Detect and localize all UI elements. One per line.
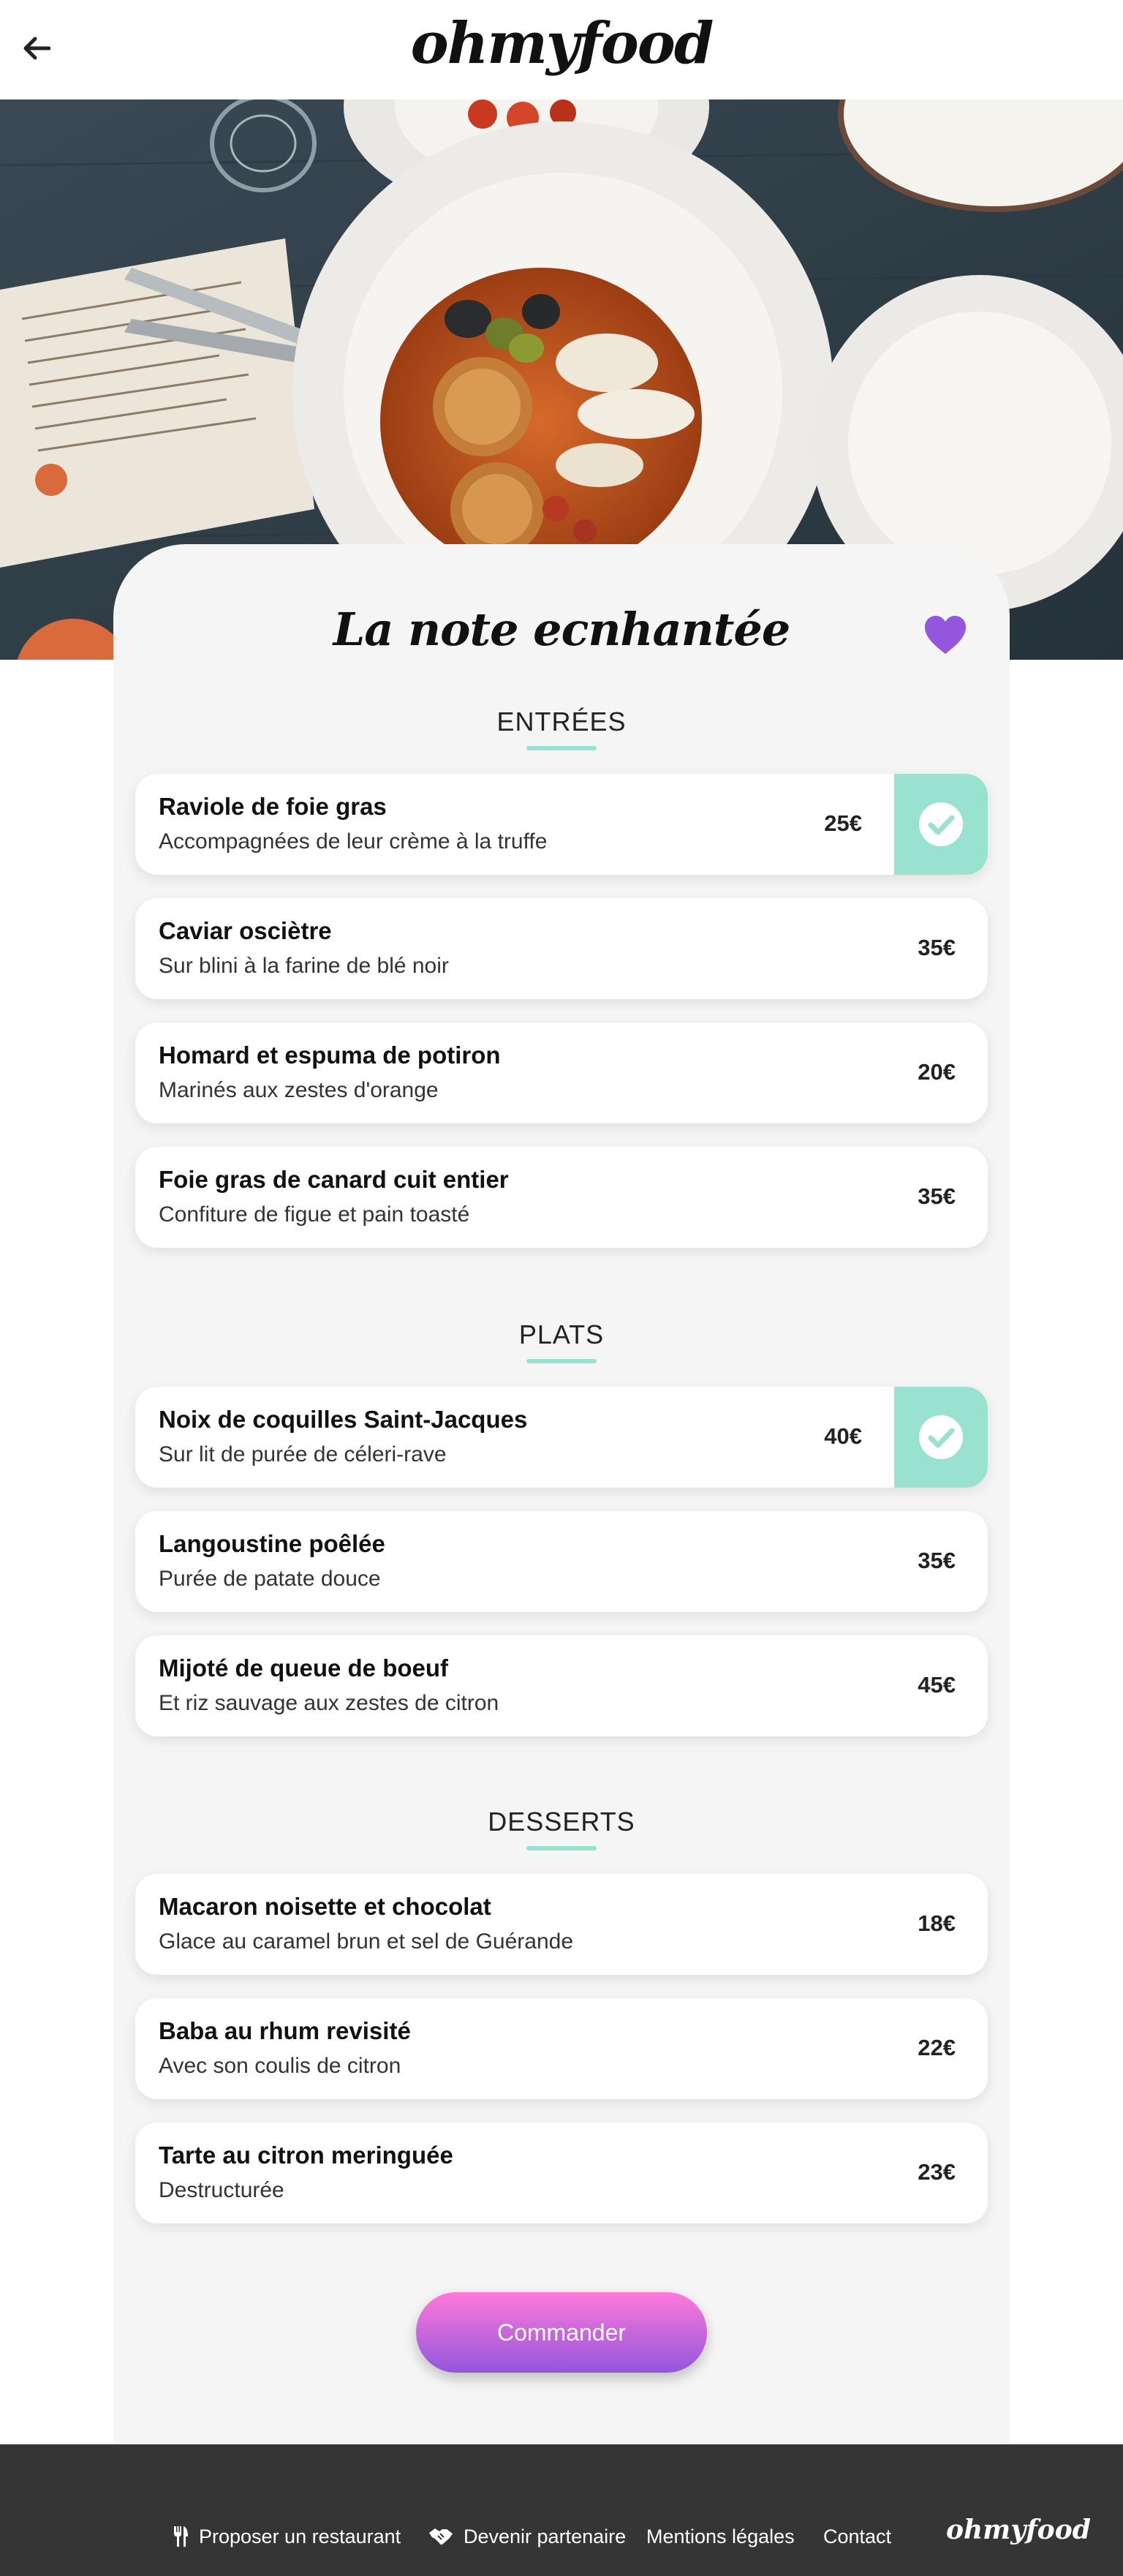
dish-description: Confiture de figue et pain toasté <box>159 1202 470 1227</box>
dish-description: Accompagnées de leur crème à la truffe <box>159 829 548 854</box>
check-circle-icon <box>919 1415 963 1459</box>
dish-description: Avec son coulis de citron <box>159 2054 401 2078</box>
dish-card[interactable]: Homard et espuma de potiron Marinés aux … <box>135 1023 988 1123</box>
check-circle-icon <box>919 802 963 846</box>
dish-card[interactable]: Raviole de foie gras Accompagnées de leu… <box>135 774 988 875</box>
order-button[interactable]: Commander <box>416 2292 707 2373</box>
footer-link-legal-notice[interactable]: Mentions légales <box>646 2522 795 2551</box>
dish-card[interactable]: Macaron noisette et chocolat Glace au ca… <box>135 1874 988 1975</box>
dish-description: Destructurée <box>159 2178 284 2202</box>
footer-link-label: Mentions légales <box>646 2525 795 2547</box>
dish-price: 18€ <box>918 1910 956 1936</box>
footer-link-propose-restaurant[interactable]: Proposer un restaurant <box>173 2522 401 2551</box>
dish-price: 35€ <box>918 1183 956 1209</box>
section-title-plats: PLATS <box>113 1319 1010 1363</box>
dish-description: Purée de patate douce <box>159 1567 381 1591</box>
favorite-button[interactable] <box>923 614 967 655</box>
section-title-desserts: DESSERTS <box>113 1807 1010 1850</box>
dish-price: 35€ <box>918 935 956 960</box>
dish-description: Glace au caramel brun et sel de Guérande <box>159 1929 573 1954</box>
dish-name: Macaron noisette et chocolat <box>159 1893 491 1920</box>
dish-name: Raviole de foie gras <box>159 793 387 820</box>
dish-card[interactable]: Mijoté de queue de boeuf Et riz sauvage … <box>135 1635 988 1736</box>
menu-card: La note ecnhantée ENTRÉES Raviole de foi… <box>113 544 1010 2444</box>
restaurant-name: La note ecnhantée <box>333 603 791 656</box>
dish-card[interactable]: Langoustine poêlée Purée de patate douce… <box>135 1511 988 1612</box>
dish-name: Noix de coquilles Saint-Jacques <box>159 1406 528 1433</box>
dish-name: Homard et espuma de potiron <box>159 1042 501 1069</box>
dish-card[interactable]: Tarte au citron meringuée Destructurée 2… <box>135 2123 988 2223</box>
section-title-entrees: ENTRÉES <box>113 707 1010 750</box>
dish-price: 20€ <box>918 1059 956 1085</box>
dish-price: 25€ <box>824 810 862 836</box>
dish-selected-indicator <box>894 774 988 875</box>
dish-name: Mijoté de queue de boeuf <box>159 1654 449 1681</box>
top-header: ohmyfood <box>0 0 1123 99</box>
handshake-icon <box>428 2527 453 2546</box>
section-title-label: PLATS <box>518 1319 605 1349</box>
dish-name: Langoustine poêlée <box>159 1530 385 1557</box>
dish-price: 45€ <box>918 1672 956 1698</box>
footer-link-label: Contact <box>823 2525 892 2547</box>
section-title-label: ENTRÉES <box>496 707 627 737</box>
dish-price: 40€ <box>824 1423 862 1449</box>
dish-description: Et riz sauvage aux zestes de citron <box>159 1691 499 1715</box>
section-underline <box>526 1359 597 1363</box>
dish-description: Sur blini à la farine de blé noir <box>159 954 449 978</box>
site-footer: Proposer un restaurant Devenir partenair… <box>0 2444 1123 2576</box>
section-underline <box>526 746 597 750</box>
heart-icon <box>925 616 966 654</box>
section-underline <box>526 1846 597 1850</box>
dish-card[interactable]: Baba au rhum revisité Avec son coulis de… <box>135 1998 988 2099</box>
dish-card[interactable]: Noix de coquilles Saint-Jacques Sur lit … <box>135 1387 988 1488</box>
dish-description: Marinés aux zestes d'orange <box>159 1078 439 1102</box>
dish-card[interactable]: Foie gras de canard cuit entier Confitur… <box>135 1147 988 1248</box>
footer-link-label: Devenir partenaire <box>464 2525 627 2547</box>
footer-link-become-partner[interactable]: Devenir partenaire <box>428 2522 626 2551</box>
dish-name: Tarte au citron meringuée <box>159 2142 453 2169</box>
dish-name: Foie gras de canard cuit entier <box>159 1166 509 1193</box>
dish-name: Caviar osciètre <box>159 917 332 944</box>
footer-logo[interactable]: ohmyfood <box>946 2515 1091 2545</box>
dish-price: 35€ <box>918 1548 956 1573</box>
dish-selected-indicator <box>894 1387 988 1488</box>
footer-link-label: Proposer un restaurant <box>199 2525 401 2547</box>
dish-price: 23€ <box>918 2159 956 2185</box>
dish-price: 22€ <box>918 2035 956 2060</box>
section-title-label: DESSERTS <box>488 1807 635 1837</box>
footer-link-contact[interactable]: Contact <box>823 2522 891 2551</box>
dish-name: Baba au rhum revisité <box>159 2017 411 2044</box>
dish-card[interactable]: Caviar osciètre Sur blini à la farine de… <box>135 898 988 999</box>
utensils-icon <box>173 2526 189 2547</box>
dish-description: Sur lit de purée de céleri-rave <box>159 1442 447 1466</box>
site-logo[interactable]: ohmyfood <box>0 10 1123 77</box>
